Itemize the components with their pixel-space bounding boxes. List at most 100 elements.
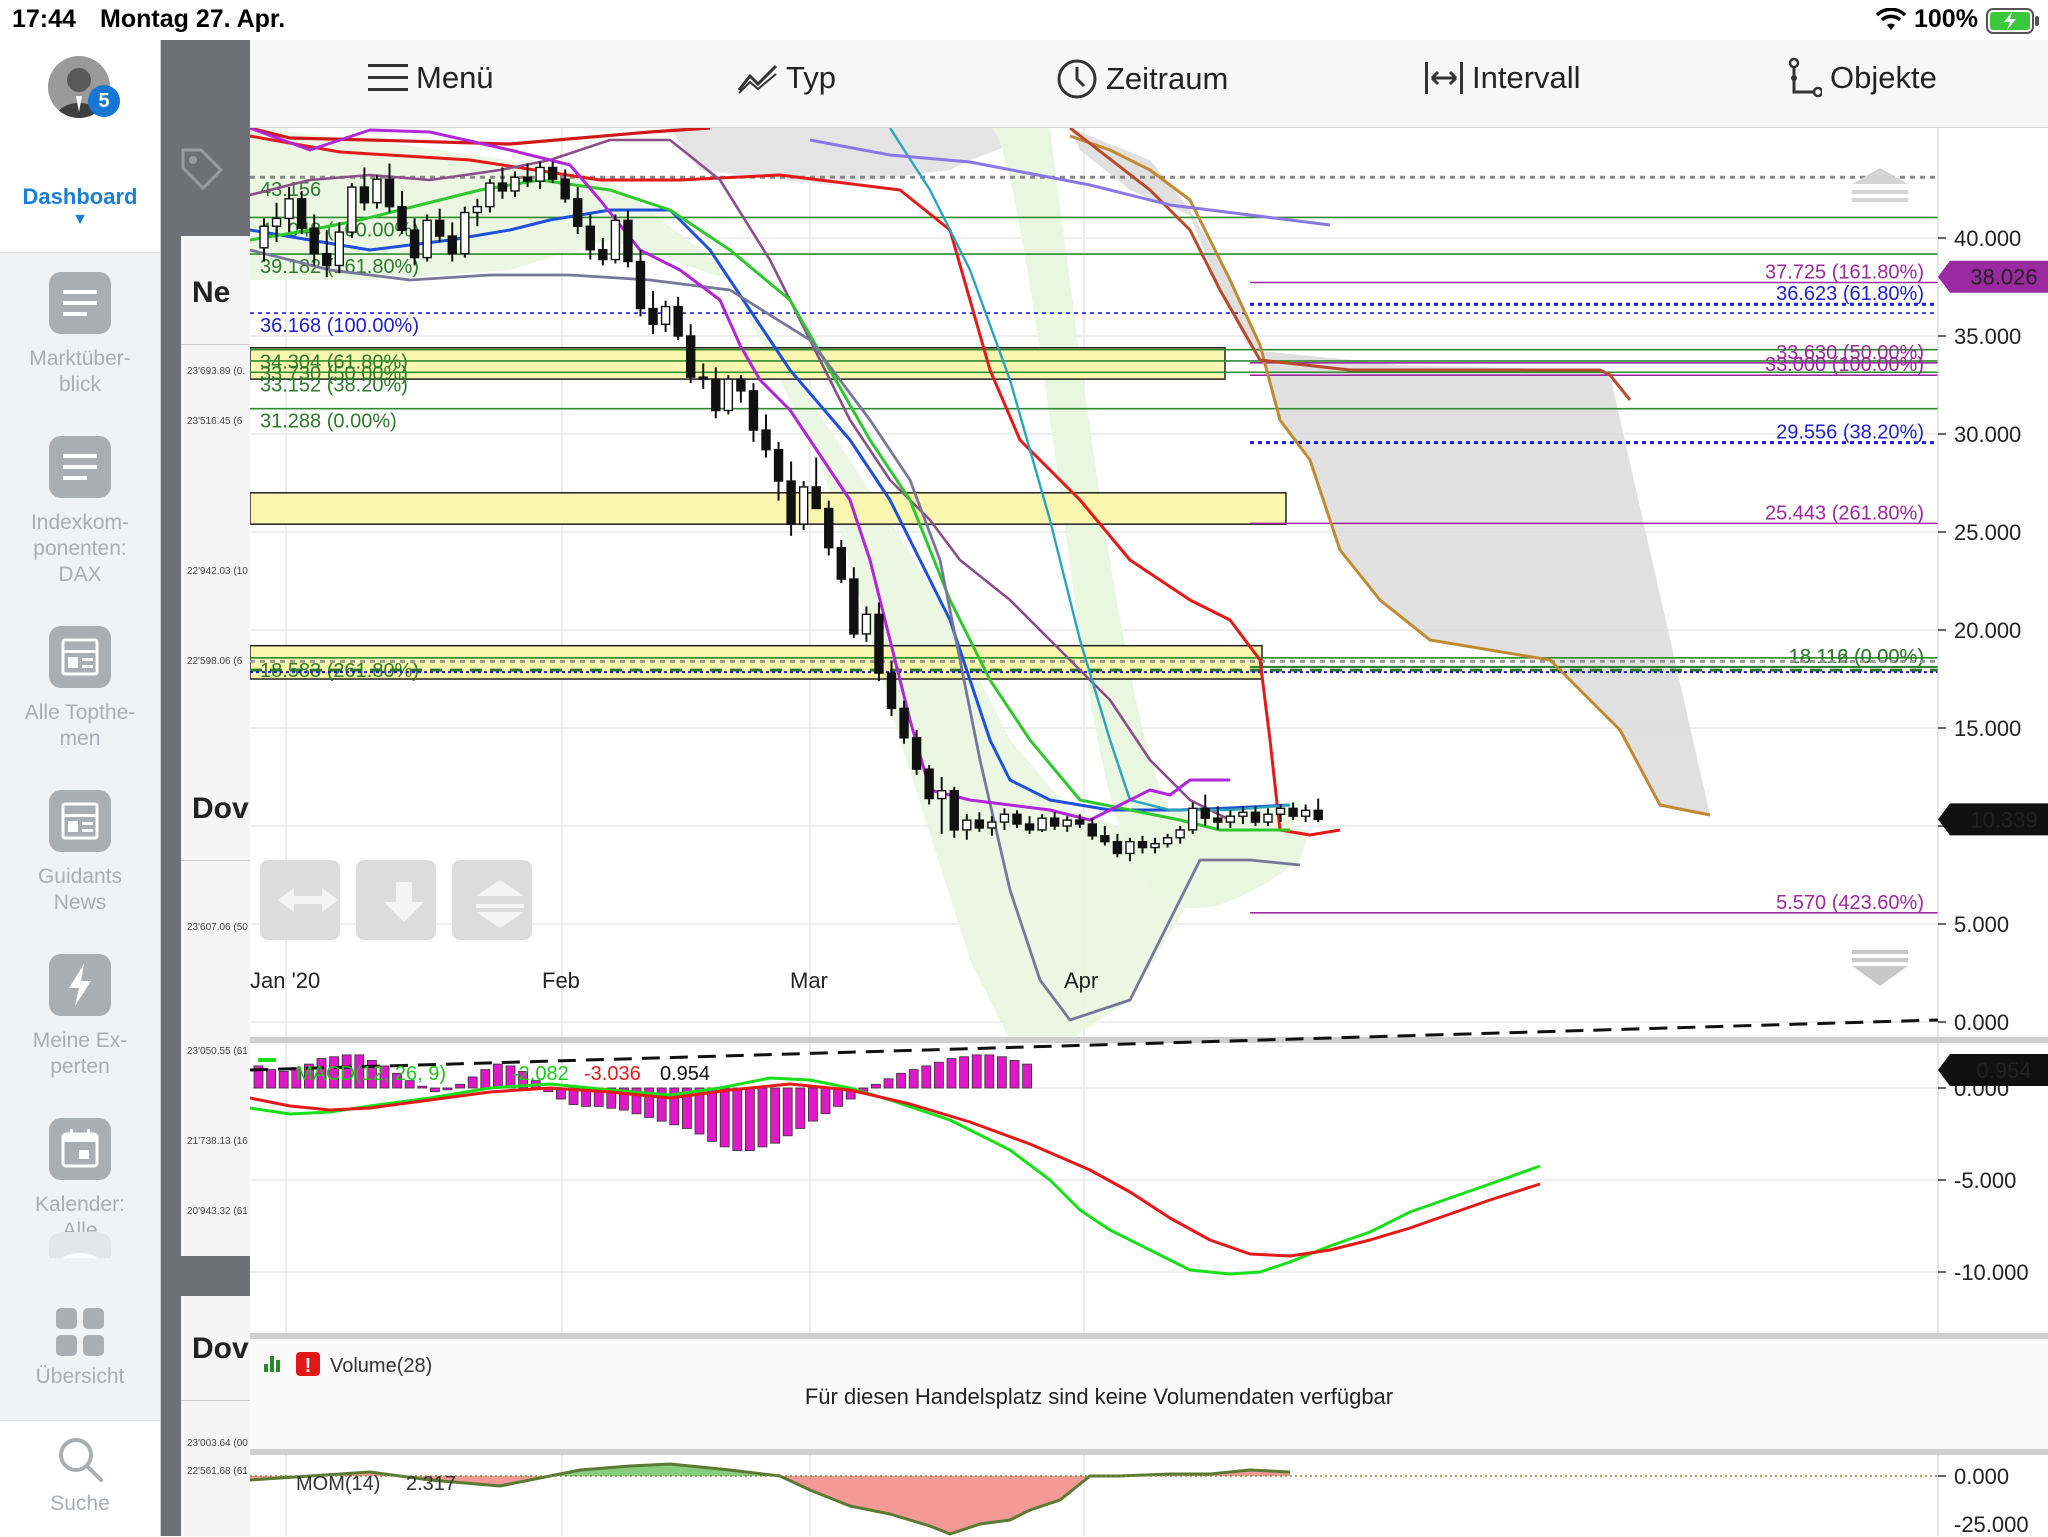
candle-body	[1024, 823, 1035, 831]
sidebar-item-overview[interactable]: Übersicht	[0, 1304, 160, 1420]
macd-histogram-bar	[883, 1078, 894, 1089]
fib-label: 36.168 (100.00%)	[260, 315, 419, 337]
candle	[874, 602, 884, 681]
candle-body	[1062, 819, 1072, 827]
candle-body	[1300, 809, 1311, 817]
candle-body	[1150, 842, 1160, 849]
objects-label: Objekte	[1830, 60, 1937, 95]
icon-bar	[276, 1360, 280, 1372]
fib-label: 5.570 (423.60%)	[1776, 892, 1924, 914]
candle-body	[1112, 840, 1123, 855]
candle-body	[1200, 807, 1210, 819]
candle-body	[1012, 813, 1022, 825]
macd-histogram-bar	[984, 1054, 995, 1089]
price-tag-text: 38.026	[1970, 265, 2037, 290]
macd-histogram-bar	[757, 1087, 768, 1148]
candle-body	[598, 249, 608, 261]
sidebar-item-4[interactable]: Guidants News	[0, 790, 160, 940]
candle-body	[1100, 835, 1110, 843]
candle-body	[999, 813, 1010, 823]
warning-glyph: !	[305, 1355, 312, 1377]
macd-histogram-bar	[480, 1069, 491, 1089]
candle-body	[686, 335, 696, 378]
x-axis-label: Apr	[1064, 968, 1098, 993]
candle	[723, 375, 734, 415]
macd-histogram-bar	[782, 1087, 793, 1137]
macd-y-label: -5.000	[1954, 1168, 2016, 1193]
candle-body	[974, 819, 985, 829]
macd-last-tag: 0.954	[1938, 1054, 2048, 1086]
macd-histogram-bar	[997, 1056, 1007, 1089]
candle-body	[623, 219, 633, 263]
period-button[interactable]: Zeitraum	[1056, 58, 1228, 108]
zoom-vertical-button[interactable]	[452, 860, 532, 940]
candle-body	[409, 229, 420, 259]
fib-label: 33.152 (38.20%)	[260, 374, 408, 396]
candle-body	[748, 390, 759, 431]
sidebar-item-2[interactable]: Indexkom-ponenten: DAX	[0, 436, 160, 586]
sidebar-item-3[interactable]: Alle Topthe-men	[0, 626, 160, 776]
candle-body	[861, 613, 872, 635]
icon-bar	[264, 1364, 268, 1372]
status-time: 17:44	[12, 5, 76, 33]
candle-body	[1162, 837, 1173, 845]
interval-button[interactable]: Intervall	[1424, 58, 1581, 108]
sidebar-item-search[interactable]: Suche	[0, 1420, 160, 1537]
chart-svg[interactable]: 43.15641.048 (100.00%)39.182 (161.80%)36…	[250, 40, 2048, 1536]
candle-body	[460, 211, 470, 255]
pan-horizontal-button[interactable]	[260, 860, 340, 940]
candle-body	[1225, 815, 1236, 823]
macd-histogram-bar	[417, 1085, 428, 1089]
candle	[460, 206, 470, 258]
candle-body	[1313, 809, 1323, 821]
menu-label: Menü	[416, 59, 494, 95]
candle-body	[924, 768, 934, 800]
fib-label: 37.725 (161.80%)	[1765, 261, 1924, 283]
wifi-icon	[1875, 7, 1907, 37]
macd-histogram-bar	[1022, 1063, 1032, 1089]
candle-body	[811, 486, 821, 510]
candle-body	[1263, 813, 1273, 823]
y-axis-label: 25.000	[1954, 520, 2021, 545]
candle-body	[1275, 807, 1286, 815]
macd-y-label: -10.000	[1954, 1260, 2029, 1285]
calendar-icon	[49, 1118, 111, 1180]
sidebar-item-label: Alle Topthe-men	[24, 701, 136, 750]
macd-histogram-bar	[896, 1072, 906, 1089]
macd-histogram-bar	[492, 1063, 503, 1089]
sidebar-item-label: Meine Ex-perten	[32, 1029, 128, 1078]
candle-body	[1213, 817, 1223, 823]
candle-body	[259, 225, 269, 249]
macd-histogram-bar	[908, 1069, 919, 1089]
candle-body	[397, 205, 407, 231]
battery-percent: 100%	[1914, 5, 1978, 33]
candle-body	[911, 737, 922, 770]
candle-body	[962, 819, 972, 831]
candle-body	[937, 790, 947, 800]
macd-histogram-bar	[820, 1087, 831, 1115]
sidebar-item-5[interactable]: Meine Ex-perten	[0, 954, 160, 1104]
candle-body	[309, 227, 319, 255]
candle-body	[711, 378, 721, 412]
candle-body	[535, 166, 545, 182]
type-button[interactable]: Typ	[737, 58, 836, 108]
x-axis-label: Jan '20	[250, 968, 320, 993]
scroll-down-bar	[1852, 958, 1908, 962]
y-axis-label: 30.000	[1954, 422, 2021, 447]
last-price-tag-purple: 38.026	[1938, 260, 2048, 293]
sidebar-item-label: Marktüber-blick	[29, 347, 131, 396]
objects-button[interactable]: Objekte	[1788, 57, 1937, 108]
candle	[422, 214, 432, 262]
candle-body	[773, 448, 784, 482]
menu-button[interactable]: Menü	[368, 58, 494, 108]
chart-overlay: 43.156 41.048 (100.00%) 39.182 (161.80%) 36…	[250, 40, 2048, 1536]
dashboard-button[interactable]: Dashboard ▼	[0, 128, 160, 253]
scroll-up-bar	[1852, 198, 1908, 202]
sidebar-item-overview-label: Übersicht	[35, 1365, 125, 1388]
sidebar-item-1[interactable]: Marktüber-blick	[0, 272, 160, 422]
background-panel-3: Dov 23'003.64 (00 22'561.68 (61	[181, 1296, 250, 1536]
scroll-down-button[interactable]	[356, 860, 436, 940]
sidebar-item-label: Guidants News	[37, 865, 123, 914]
interval-icon	[1425, 61, 1463, 94]
candle-body	[359, 186, 370, 204]
